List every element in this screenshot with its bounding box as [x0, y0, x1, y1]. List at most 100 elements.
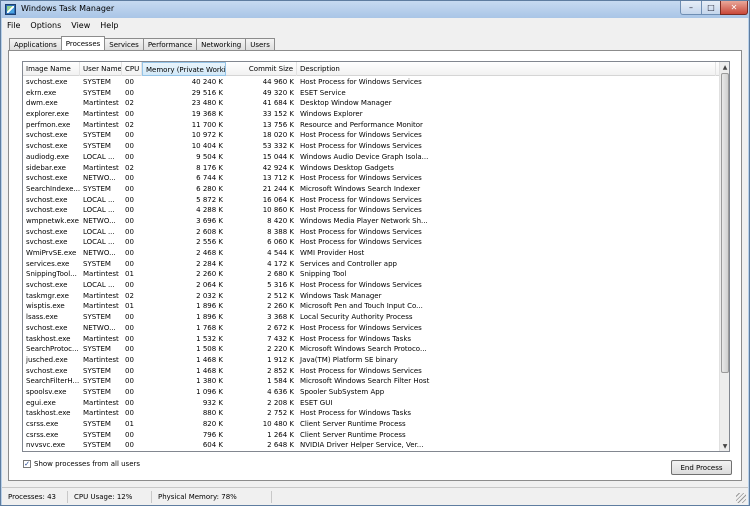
processes-panel: Image Name User Name CPU Memory (Private…	[8, 50, 742, 481]
tab-users[interactable]: Users	[245, 38, 275, 50]
row-commit-size: 8 420 K	[267, 216, 294, 225]
row-memory: 19 368 K	[191, 110, 223, 119]
table-row[interactable]: svchost.exe SYSTEM 00 40 240 K 44 960 K Host …	[23, 77, 720, 88]
row-description: Windows Media Player Network Sh...	[300, 216, 428, 225]
table-row[interactable]: jusched.exe Martintest 00 1 468 K 1 912 K Jav…	[23, 355, 720, 366]
table-row[interactable]: WmiPrvSE.exe NETWO... 00 2 468 K 4 544 K WMI …	[23, 248, 720, 259]
menu-view[interactable]: View	[66, 21, 95, 30]
tab-networking[interactable]: Networking	[196, 38, 247, 50]
table-row[interactable]: svchost.exe LOCAL ... 00 2 064 K 5 316 K Host…	[23, 280, 720, 291]
row-image-name: nvvsvc.exe	[26, 441, 66, 450]
title-bar[interactable]: Windows Task Manager – □ ✕	[1, 1, 749, 18]
tab-processes[interactable]: Processes	[60, 36, 106, 50]
table-row[interactable]: ekrn.exe SYSTEM 00 29 516 K 49 320 K ESET Ser…	[23, 88, 720, 99]
resize-grip-icon[interactable]	[736, 493, 746, 503]
tab-services[interactable]: Services	[104, 38, 144, 50]
column-image-name[interactable]: Image Name	[23, 62, 80, 76]
table-row[interactable]: wisptis.exe Martintest 01 1 896 K 2 260 K Mic…	[23, 301, 720, 312]
table-row[interactable]: svchost.exe NETWO... 00 6 744 K 13 712 K Host…	[23, 173, 720, 184]
scroll-thumb[interactable]	[721, 73, 729, 373]
row-cpu: 00	[125, 441, 134, 450]
row-description: Local Security Authority Process	[300, 313, 413, 322]
maximize-button[interactable]: □	[701, 1, 721, 15]
column-cpu[interactable]: CPU	[122, 62, 142, 76]
row-cpu: 00	[125, 238, 134, 247]
row-description: Host Process for Windows Services	[300, 238, 422, 247]
table-row[interactable]: taskmgr.exe Martintest 02 2 032 K 2 512 K Win…	[23, 291, 720, 302]
table-row[interactable]: perfmon.exe Martintest 02 11 700 K 13 756 K R…	[23, 120, 720, 131]
table-row[interactable]: svchost.exe SYSTEM 00 10 972 K 18 020 K Host …	[23, 130, 720, 141]
row-image-name: taskhost.exe	[26, 334, 71, 343]
table-row[interactable]: svchost.exe LOCAL ... 00 2 608 K 8 388 K Host…	[23, 227, 720, 238]
row-image-name: perfmon.exe	[26, 120, 71, 129]
table-row[interactable]: svchost.exe LOCAL ... 00 4 288 K 10 860 K Hos…	[23, 205, 720, 216]
show-all-users-checkbox[interactable]: ✓	[23, 460, 31, 468]
row-commit-size: 3 368 K	[267, 313, 294, 322]
table-row[interactable]: dwm.exe Martintest 02 23 480 K 41 684 K Deskt…	[23, 98, 720, 109]
row-image-name: wmpnetwk.exe	[26, 216, 79, 225]
row-cpu: 00	[125, 88, 134, 97]
table-row[interactable]: svchost.exe NETWO... 00 1 768 K 2 672 K Host …	[23, 323, 720, 334]
tab-applications[interactable]: Applications	[9, 38, 62, 50]
table-row[interactable]: SearchProtoc... SYSTEM 00 1 508 K 2 220 K Mic…	[23, 344, 720, 355]
row-memory: 11 700 K	[191, 120, 223, 129]
scroll-down-icon[interactable]: ▼	[720, 441, 729, 451]
vertical-scrollbar[interactable]: ▲ ▼	[719, 62, 729, 451]
column-memory[interactable]: Memory (Private Worki...	[142, 62, 226, 76]
menu-help[interactable]: Help	[95, 21, 123, 30]
row-image-name: csrss.exe	[26, 430, 59, 439]
row-image-name: svchost.exe	[26, 195, 68, 204]
row-description: Host Process for Windows Services	[300, 195, 422, 204]
row-memory: 1 896 K	[196, 302, 223, 311]
row-memory: 2 064 K	[196, 281, 223, 290]
tab-performance[interactable]: Performance	[142, 38, 198, 50]
table-row[interactable]: taskhost.exe Martintest 00 1 532 K 7 432 K Ho…	[23, 334, 720, 345]
row-commit-size: 49 320 K	[262, 88, 294, 97]
table-row[interactable]: spoolsv.exe SYSTEM 00 1 096 K 4 636 K Spooler…	[23, 387, 720, 398]
show-all-users-label: Show processes from all users	[34, 460, 141, 468]
table-row[interactable]: lsass.exe SYSTEM 00 1 896 K 3 368 K Local Sec…	[23, 312, 720, 323]
menu-file[interactable]: File	[2, 21, 25, 30]
column-commit-size[interactable]: Commit Size	[226, 62, 297, 76]
table-row[interactable]: svchost.exe SYSTEM 00 1 468 K 2 852 K Host Pr…	[23, 366, 720, 377]
end-process-button[interactable]: End Process	[671, 460, 732, 475]
table-row[interactable]: csrss.exe SYSTEM 01 820 K 10 480 K Client Ser…	[23, 419, 720, 430]
row-memory: 2 468 K	[196, 249, 223, 257]
table-row[interactable]: wmpnetwk.exe NETWO... 00 3 696 K 8 420 K Wind…	[23, 216, 720, 227]
table-row[interactable]: csrss.exe SYSTEM 00 796 K 1 264 K Client Serv…	[23, 430, 720, 441]
row-image-name: ekrn.exe	[26, 88, 57, 97]
table-row[interactable]: SearchIndexe... SYSTEM 00 6 280 K 21 244 K Mi…	[23, 184, 720, 195]
row-image-name: SearchFilterH...	[26, 377, 80, 386]
table-row[interactable]: audiodg.exe LOCAL ... 00 9 504 K 15 044 K Win…	[23, 152, 720, 163]
row-cpu: 00	[125, 78, 134, 86]
menu-options[interactable]: Options	[25, 21, 66, 30]
close-button[interactable]: ✕	[720, 1, 748, 15]
table-row[interactable]: svchost.exe SYSTEM 00 10 404 K 53 332 K Host …	[23, 141, 720, 152]
column-user-name[interactable]: User Name	[80, 62, 122, 76]
row-memory: 604 K	[202, 441, 223, 450]
row-user-name: Martintest	[83, 302, 119, 311]
list-header: Image Name User Name CPU Memory (Private…	[23, 62, 720, 76]
scroll-up-icon[interactable]: ▲	[720, 62, 729, 72]
table-row[interactable]: egui.exe Martintest 00 932 K 2 208 K ESET GUI	[23, 398, 720, 409]
table-row[interactable]: explorer.exe Martintest 00 19 368 K 33 152 K…	[23, 109, 720, 120]
table-row[interactable]: sidebar.exe Martintest 02 8 176 K 42 924 K Wi…	[23, 163, 720, 174]
process-list[interactable]: Image Name User Name CPU Memory (Private…	[22, 61, 730, 452]
column-description[interactable]: Description	[297, 62, 716, 76]
show-all-users-option[interactable]: ✓ Show processes from all users	[23, 459, 140, 469]
table-row[interactable]: SearchFilterH... SYSTEM 00 1 380 K 1 584 K Mi…	[23, 376, 720, 387]
row-cpu: 00	[125, 259, 134, 268]
table-row[interactable]: svchost.exe LOCAL ... 00 5 872 K 16 064 K Hos…	[23, 195, 720, 206]
row-description: Host Process for Windows Services	[300, 206, 422, 215]
row-user-name: LOCAL ...	[83, 195, 115, 204]
row-user-name: NETWO...	[83, 216, 116, 225]
row-user-name: SYSTEM	[83, 313, 111, 322]
table-row[interactable]: taskhost.exe Martintest 00 880 K 2 752 K Host…	[23, 408, 720, 419]
row-cpu: 00	[125, 174, 134, 183]
minimize-button[interactable]: –	[680, 1, 702, 15]
table-row[interactable]: nvvsvc.exe SYSTEM 00 604 K 2 648 K NVIDIA Dri…	[23, 440, 720, 451]
table-row[interactable]: SnippingTool... Martintest 01 2 260 K 2 680 …	[23, 269, 720, 280]
row-user-name: LOCAL ...	[83, 152, 115, 161]
table-row[interactable]: svchost.exe LOCAL ... 00 2 556 K 6 060 K Host…	[23, 237, 720, 248]
table-row[interactable]: services.exe SYSTEM 00 2 284 K 4 172 K Servic…	[23, 259, 720, 270]
